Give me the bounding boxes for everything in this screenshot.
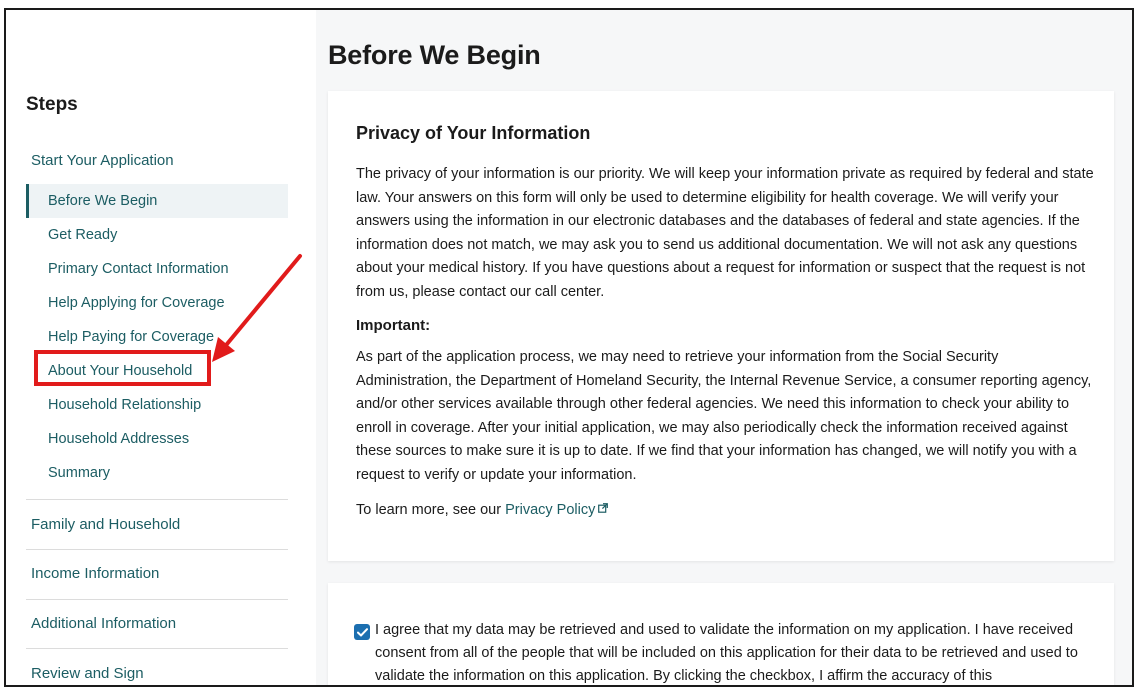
external-link-icon (598, 501, 609, 517)
app-window: Steps Start Your Application Before We B… (4, 8, 1134, 687)
sidebar-divider (26, 549, 288, 550)
page-title: Before We Begin (328, 40, 541, 70)
section-family-and-household[interactable]: Family and Household (31, 516, 180, 533)
privacy-card: Privacy of Your Information The privacy … (328, 91, 1114, 561)
checkmark-icon (356, 627, 368, 636)
privacy-policy-link-label: Privacy Policy (505, 502, 596, 518)
sidebar-divider (26, 648, 288, 649)
important-paragraph: As part of the application process, we m… (356, 349, 1092, 483)
sidebar-item-get-ready[interactable]: Get Ready (48, 227, 117, 243)
sidebar-item-household-relationship[interactable]: Household Relationship (48, 397, 201, 413)
section-additional-information[interactable]: Additional Information (31, 615, 176, 632)
consent-text: I agree that my data may be retrieved an… (375, 622, 1078, 684)
sidebar-divider (26, 599, 288, 600)
sidebar-divider (26, 499, 288, 500)
privacy-card-title: Privacy of Your Information (356, 123, 591, 143)
steps-heading: Steps (26, 94, 78, 115)
sidebar-item-before-we-begin[interactable]: Before We Begin (48, 193, 157, 209)
privacy-policy-link[interactable]: Privacy Policy (505, 501, 609, 518)
main-content: Before We Begin Privacy of Your Informat… (316, 10, 1132, 685)
learn-more-text: To learn more, see our (356, 502, 506, 518)
steps-sidebar: Steps Start Your Application Before We B… (6, 10, 316, 685)
sidebar-item-help-paying[interactable]: Help Paying for Coverage (48, 329, 214, 345)
annotation-highlight-box (34, 350, 211, 386)
learn-more-line: To learn more, see our Privacy Policy (356, 501, 609, 518)
consent-checkbox[interactable] (354, 624, 370, 640)
section-income-information[interactable]: Income Information (31, 565, 159, 582)
consent-card: I agree that my data may be retrieved an… (328, 583, 1114, 685)
privacy-paragraph: The privacy of your information is our p… (356, 166, 1094, 300)
section-review-and-sign[interactable]: Review and Sign (31, 665, 144, 682)
sidebar-item-summary[interactable]: Summary (48, 465, 110, 481)
important-heading: Important: (356, 317, 431, 334)
sidebar-item-primary-contact[interactable]: Primary Contact Information (48, 261, 229, 277)
sidebar-item-household-addresses[interactable]: Household Addresses (48, 431, 189, 447)
sidebar-item-help-applying[interactable]: Help Applying for Coverage (48, 295, 225, 311)
section-start-your-application[interactable]: Start Your Application (31, 152, 174, 169)
